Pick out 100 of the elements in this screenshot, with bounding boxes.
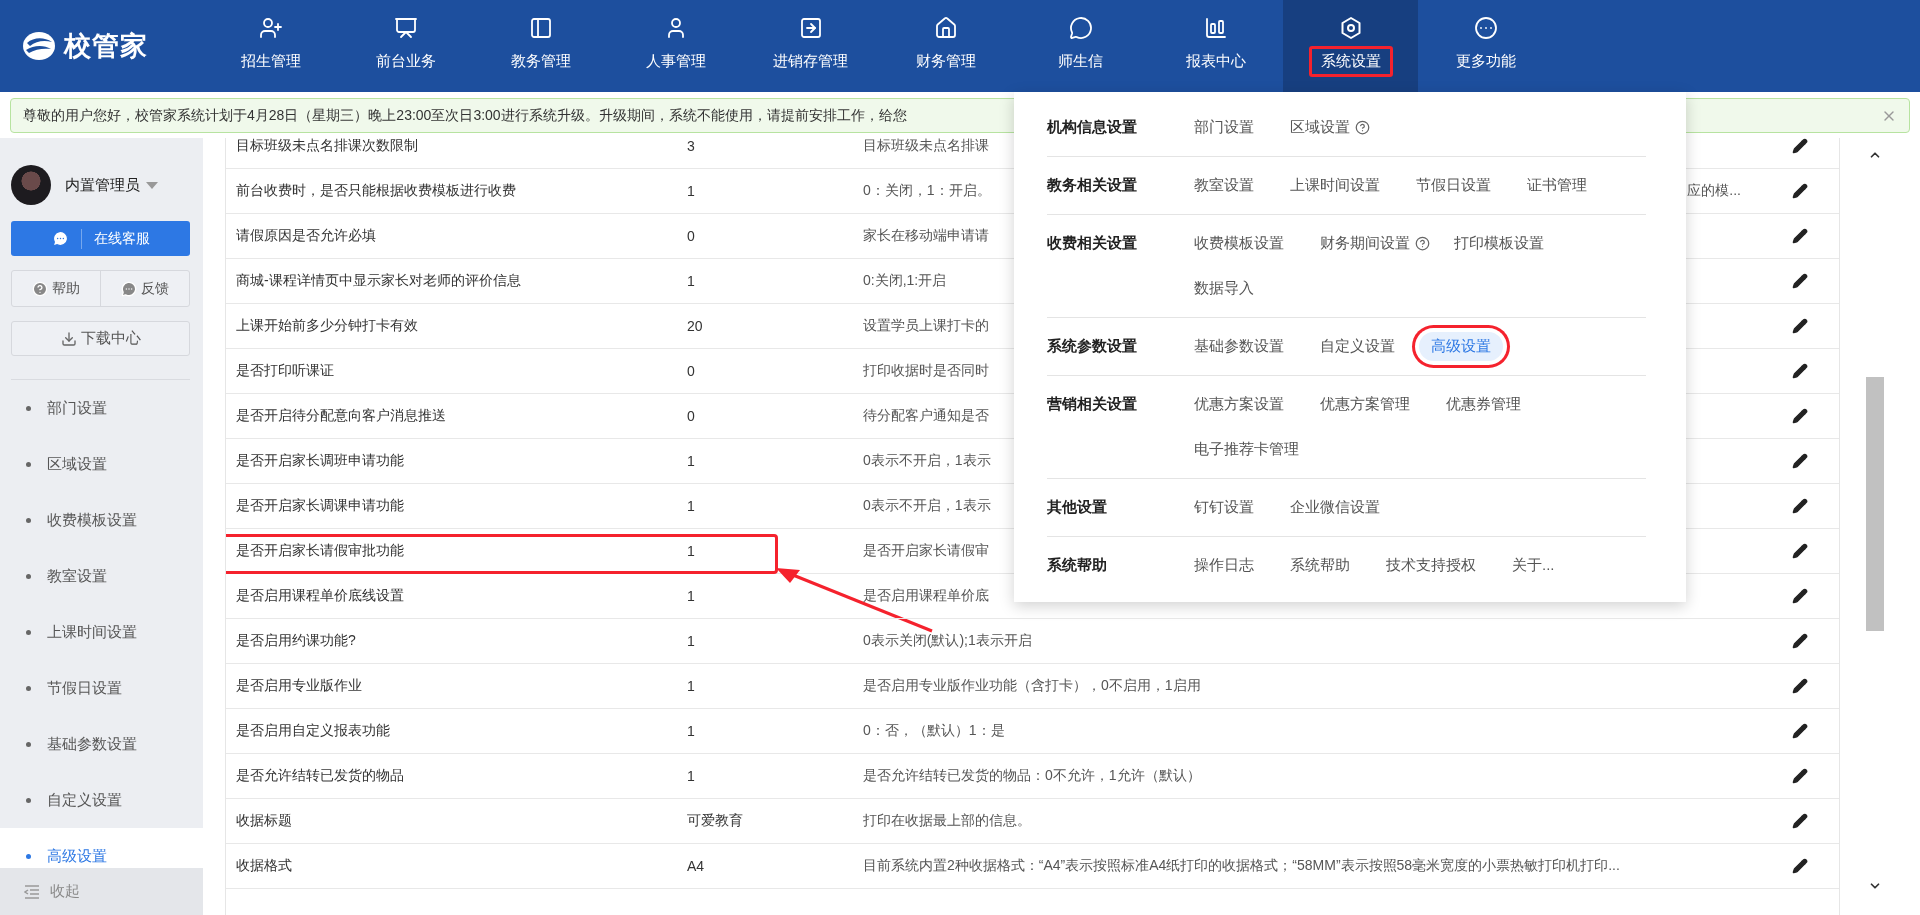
nav-label: 人事管理: [644, 50, 707, 71]
menu-item[interactable]: 上课时间设置: [1278, 171, 1392, 200]
help-icon[interactable]: [1415, 236, 1430, 251]
setting-value-cell: 1: [687, 723, 695, 739]
nav-tab[interactable]: 更多功能: [1418, 0, 1553, 92]
edit-icon[interactable]: [1792, 588, 1808, 604]
edit-icon[interactable]: [1792, 543, 1808, 559]
help-button[interactable]: 帮助: [12, 271, 100, 306]
menu-item[interactable]: 操作日志: [1182, 551, 1266, 580]
setting-value-cell: 1: [687, 453, 695, 469]
edit-icon[interactable]: [1792, 408, 1808, 424]
nav-tab[interactable]: 师生信: [1013, 0, 1148, 92]
sidebar-item[interactable]: 收费模板设置: [0, 492, 203, 548]
menu-item[interactable]: 钉钉设置: [1182, 493, 1266, 522]
menu-item[interactable]: 自定义设置: [1308, 332, 1407, 361]
setting-name-cell-text: 请假原因是否允许必填: [235, 227, 377, 245]
edit-icon[interactable]: [1792, 858, 1808, 874]
menu-item[interactable]: 证书管理: [1515, 171, 1599, 200]
setting-value-cell: 0: [687, 363, 695, 379]
sidebar-item-label: 教室设置: [47, 566, 107, 586]
nav-tab[interactable]: 人事管理: [608, 0, 743, 92]
menu-item[interactable]: 基础参数设置: [1182, 332, 1296, 361]
edit-icon[interactable]: [1792, 318, 1808, 334]
setting-name-cell-text: 是否开启待分配意向客户消息推送: [235, 407, 447, 425]
menu-item[interactable]: 优惠方案设置: [1182, 390, 1296, 419]
menu-item[interactable]: 技术支持授权: [1374, 551, 1488, 580]
sidebar-item[interactable]: 基础参数设置: [0, 716, 203, 772]
edit-icon[interactable]: [1792, 273, 1808, 289]
nav-icon: [528, 15, 553, 40]
menu-item[interactable]: 教室设置: [1182, 171, 1266, 200]
online-service-button[interactable]: 在线客服: [11, 221, 190, 256]
menu-item[interactable]: 电子推荐卡管理: [1182, 435, 1311, 464]
description-cell: 0：否，（默认）1：是: [863, 722, 1005, 740]
menu-group-title: 其他设置: [1047, 497, 1108, 517]
setting-value-cell: 1: [687, 633, 695, 649]
bullet-icon: [26, 573, 31, 579]
edit-icon[interactable]: [1792, 453, 1808, 469]
description-cell: 是否启用专业版作业功能（含打卡），0不启用，1启用: [863, 677, 1201, 695]
menu-item[interactable]: 区域设置: [1278, 113, 1362, 142]
description-cell: 打印收据时是否同时: [863, 362, 989, 380]
menu-item[interactable]: 数据导入: [1182, 274, 1266, 303]
bullet-icon: [26, 853, 31, 859]
sidebar-item[interactable]: 上课时间设置: [0, 604, 203, 660]
download-button[interactable]: 下载中心: [11, 321, 190, 356]
sidebar-item[interactable]: 高级设置: [0, 828, 203, 868]
feedback-button[interactable]: 反馈: [100, 271, 189, 306]
sidebar-item-label: 自定义设置: [47, 790, 122, 810]
edit-icon[interactable]: [1792, 228, 1808, 244]
edit-icon[interactable]: [1792, 363, 1808, 379]
menu-group-title: 系统参数设置: [1047, 336, 1138, 356]
menu-item[interactable]: 优惠券管理: [1434, 390, 1533, 419]
nav-tab[interactable]: 教务管理: [473, 0, 608, 92]
menu-item[interactable]: 系统帮助: [1278, 551, 1362, 580]
menu-item[interactable]: 收费模板设置: [1182, 229, 1296, 258]
edit-icon[interactable]: [1792, 138, 1808, 154]
setting-name-cell-text: 收据标题: [235, 812, 293, 830]
edit-icon[interactable]: [1792, 633, 1808, 649]
nav-tab[interactable]: 报表中心: [1148, 0, 1283, 92]
nav-tab[interactable]: 系统设置: [1283, 0, 1418, 92]
description-cell: 0表示不开启，1表示: [863, 452, 991, 470]
chat-icon: [121, 280, 137, 297]
menu-item[interactable]: 优惠方案管理: [1308, 390, 1422, 419]
nav-label: 前台业务: [374, 50, 437, 71]
edit-icon[interactable]: [1792, 498, 1808, 514]
setting-value-cell: 1: [687, 183, 695, 199]
setting-value-cell: 0: [687, 408, 695, 424]
edit-icon[interactable]: [1792, 678, 1808, 694]
setting-name-cell-text: 收据格式: [235, 857, 293, 875]
download-icon: [60, 330, 77, 347]
sidebar-item[interactable]: 区域设置: [0, 436, 203, 492]
edit-icon[interactable]: [1792, 813, 1808, 829]
menu-item[interactable]: 节假日设置: [1404, 171, 1503, 200]
edit-icon[interactable]: [1792, 768, 1808, 784]
menu-item[interactable]: 部门设置: [1182, 113, 1266, 142]
scrollbar-thumb[interactable]: [1866, 377, 1884, 631]
sidebar-item[interactable]: 部门设置: [0, 380, 203, 436]
nav-tab[interactable]: 财务管理: [878, 0, 1013, 92]
description-cell: 待分配客户通知是否: [863, 407, 989, 425]
edit-icon[interactable]: [1792, 723, 1808, 739]
menu-item[interactable]: 企业微信设置: [1278, 493, 1392, 522]
help-icon[interactable]: [1355, 120, 1370, 135]
setting-name-cell-text: 是否启用专业版作业: [235, 677, 363, 695]
nav-tab[interactable]: 前台业务: [338, 0, 473, 92]
menu-item[interactable]: 关于...: [1500, 551, 1567, 580]
nav-label: 更多功能: [1454, 50, 1517, 71]
nav-tab[interactable]: 招生管理: [203, 0, 338, 92]
edit-icon[interactable]: [1792, 183, 1808, 199]
user-name[interactable]: 内置管理员: [65, 175, 140, 195]
setting-name-cell-text: 前台收费时，是否只能根据收费模板进行收费: [235, 182, 517, 200]
menu-item[interactable]: 打印模板设置: [1442, 229, 1556, 258]
nav-tab[interactable]: 进销存管理: [743, 0, 878, 92]
sidebar-item-label: 高级设置: [47, 846, 107, 866]
description-cell: 是否允许结转已发货的物品：0不允许，1允许（默认）: [863, 767, 1201, 785]
nav-label: 教务管理: [509, 50, 572, 71]
menu-item[interactable]: 财务期间设置: [1308, 229, 1422, 258]
sidebar-item[interactable]: 自定义设置: [0, 772, 203, 828]
setting-value-cell: 3: [687, 138, 695, 154]
sidebar-item[interactable]: 教室设置: [0, 548, 203, 604]
sidebar-item-label: 节假日设置: [47, 678, 122, 698]
sidebar-item[interactable]: 节假日设置: [0, 660, 203, 716]
